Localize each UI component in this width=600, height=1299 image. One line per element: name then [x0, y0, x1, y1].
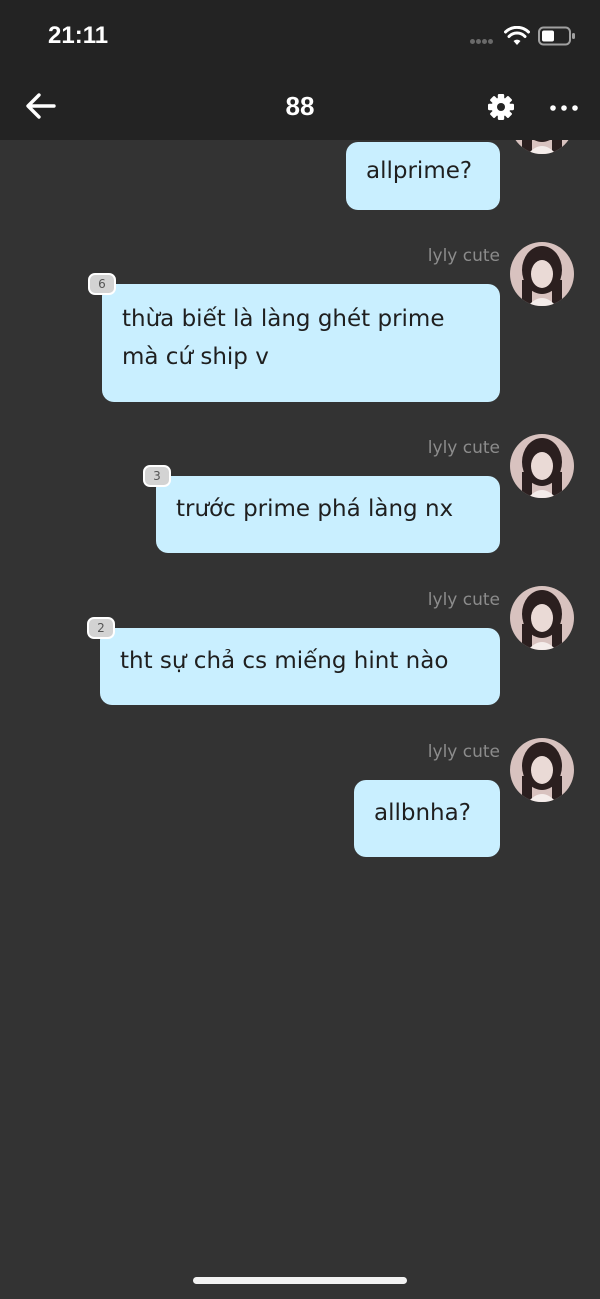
reply-count-badge[interactable]: 6: [88, 273, 116, 295]
avatar-image: [510, 586, 574, 650]
gear-icon[interactable]: [486, 92, 516, 122]
message-text: allprime?: [366, 158, 473, 184]
avatar-image: [510, 242, 574, 306]
message-bubble[interactable]: allprime?: [346, 142, 500, 210]
message-bubble[interactable]: tht sự chả cs miếng hint nào: [100, 628, 500, 705]
reply-count-badge[interactable]: 3: [143, 465, 171, 487]
avatar[interactable]: [510, 738, 574, 802]
back-arrow-icon[interactable]: [22, 88, 58, 124]
avatar-image: [510, 140, 574, 154]
more-dots-icon[interactable]: [548, 98, 580, 118]
wifi-icon: [504, 26, 530, 45]
status-bar: 21:11: [0, 0, 600, 74]
message-text: allbnha?: [374, 800, 471, 826]
avatar[interactable]: [510, 586, 574, 650]
avatar[interactable]: [510, 140, 574, 154]
sender-name: lyly cute: [427, 246, 500, 266]
avatar-image: [510, 738, 574, 802]
chat-title: 88: [285, 91, 315, 121]
avatar[interactable]: [510, 242, 574, 306]
chat-area: allprime? lyly cute thừa biết là làng gh…: [0, 140, 600, 1299]
sender-name: lyly cute: [427, 742, 500, 762]
message-text: tht sự chả cs miếng hint nào: [120, 648, 449, 674]
message-bubble[interactable]: thừa biết là làng ghét prime mà cứ ship …: [102, 284, 500, 402]
sender-name: lyly cute: [427, 590, 500, 610]
message-line: mà cứ ship v: [122, 344, 269, 370]
avatar[interactable]: [510, 434, 574, 498]
signal-dots-icon: [470, 39, 498, 45]
message-bubble[interactable]: trước prime phá làng nx: [156, 476, 500, 553]
message-text: trước prime phá làng nx: [176, 496, 454, 522]
status-time: 21:11: [48, 22, 109, 49]
message-bubble[interactable]: allbnha?: [354, 780, 500, 857]
battery-icon: [538, 26, 575, 46]
home-indicator[interactable]: [193, 1277, 407, 1284]
sender-name: lyly cute: [427, 438, 500, 458]
avatar-image: [510, 434, 574, 498]
nav-bar: 88: [0, 74, 600, 140]
reply-count-badge[interactable]: 2: [87, 617, 115, 639]
message-line: thừa biết là làng ghét prime: [122, 306, 445, 332]
